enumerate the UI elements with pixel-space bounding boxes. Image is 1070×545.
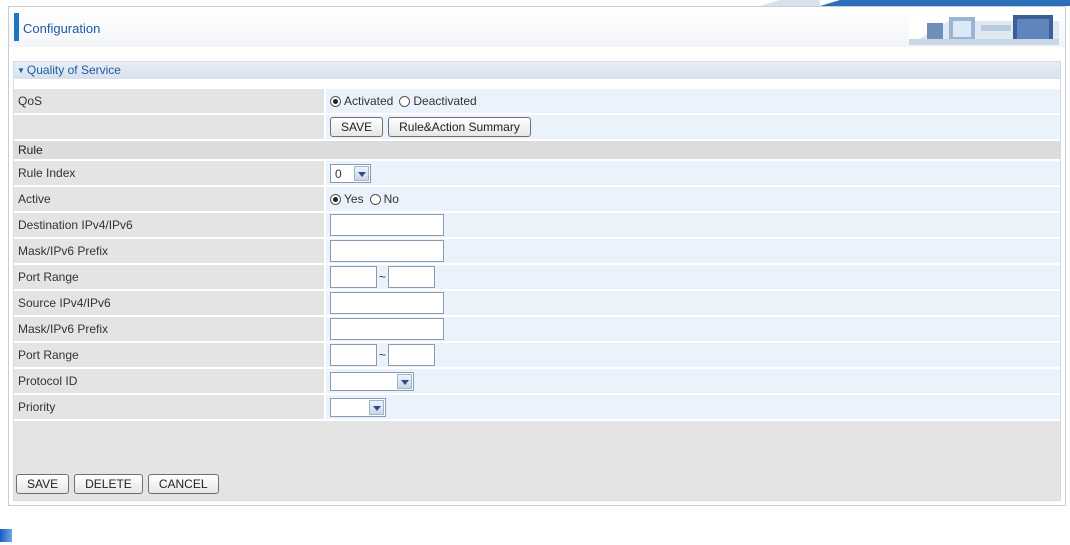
active-label: Active bbox=[14, 187, 324, 211]
priority-row: Priority bbox=[14, 393, 1060, 419]
qos-actions-row: SAVE Rule&Action Summary bbox=[14, 113, 1060, 139]
active-yes-label: Yes bbox=[344, 192, 364, 206]
page-header: Configuration bbox=[9, 7, 1065, 47]
source-mask-label: Mask/IPv6 Prefix bbox=[14, 317, 324, 341]
rule-index-selected: 0 bbox=[335, 166, 342, 181]
header-accent-bar bbox=[14, 13, 19, 41]
qos-section: ▼ Quality of Service QoS Activated Deacti… bbox=[13, 61, 1061, 501]
qos-deactivated-label: Deactivated bbox=[413, 94, 477, 108]
configuration-panel: Configuration ▼ Quality of Service QoS Ac… bbox=[8, 6, 1066, 506]
destination-mask-row: Mask/IPv6 Prefix bbox=[14, 237, 1060, 263]
source-ip-input[interactable] bbox=[330, 292, 444, 314]
protocol-select[interactable] bbox=[330, 371, 414, 391]
priority-value bbox=[326, 395, 1060, 419]
qos-actions: SAVE Rule&Action Summary bbox=[326, 115, 1060, 139]
destination-ip-row: Destination IPv4/IPv6 bbox=[14, 211, 1060, 237]
active-no-radio[interactable]: No bbox=[369, 192, 399, 206]
rule-heading: Rule bbox=[18, 143, 43, 157]
protocol-value bbox=[326, 369, 1060, 393]
source-mask-row: Mask/IPv6 Prefix bbox=[14, 315, 1060, 341]
qos-row: QoS Activated Deactivated bbox=[14, 87, 1060, 113]
chevron-down-icon bbox=[397, 373, 412, 389]
bullet-square-icon bbox=[0, 529, 12, 542]
active-yes-radio[interactable]: Yes bbox=[330, 192, 364, 206]
qos-label: QoS bbox=[14, 89, 324, 113]
source-port-from-input[interactable] bbox=[330, 344, 377, 366]
source-ip-value bbox=[326, 291, 1060, 315]
rule-index-value: 0 bbox=[326, 161, 1060, 185]
qos-activated-label: Activated bbox=[344, 94, 394, 108]
triangle-down-icon: ▼ bbox=[17, 66, 25, 75]
footer-actions: SAVE DELETE CANCEL bbox=[14, 421, 1060, 500]
destination-port-from-input[interactable] bbox=[330, 266, 377, 288]
radio-unselected-icon bbox=[369, 193, 381, 205]
delete-button[interactable]: DELETE bbox=[74, 474, 143, 494]
destination-ip-input[interactable] bbox=[330, 214, 444, 236]
destination-port-value: ~ bbox=[326, 265, 1060, 289]
source-ip-label: Source IPv4/IPv6 bbox=[14, 291, 324, 315]
radio-unselected-icon bbox=[399, 95, 411, 107]
destination-port-label: Port Range bbox=[14, 265, 324, 289]
rule-subheader: Rule bbox=[14, 139, 1060, 159]
cancel-button[interactable]: CANCEL bbox=[147, 474, 219, 494]
active-row: Active Yes No bbox=[14, 185, 1060, 211]
qos-value: Activated Deactivated bbox=[326, 89, 1060, 113]
rule-index-row: Rule Index 0 bbox=[14, 159, 1060, 185]
priority-select[interactable] bbox=[330, 397, 386, 417]
port-range-separator: ~ bbox=[379, 270, 387, 284]
section-title: Quality of Service bbox=[26, 63, 121, 77]
destination-ip-label: Destination IPv4/IPv6 bbox=[14, 213, 324, 237]
destination-mask-value bbox=[326, 239, 1060, 263]
office-banner-graphic bbox=[909, 11, 1059, 45]
active-no-label: No bbox=[383, 192, 399, 206]
destination-port-row: Port Range ~ bbox=[14, 263, 1060, 289]
source-mask-value bbox=[326, 317, 1060, 341]
radio-selected-icon bbox=[330, 95, 341, 107]
rule-action-summary-button[interactable]: Rule&Action Summary bbox=[388, 117, 531, 137]
save-button[interactable]: SAVE bbox=[16, 474, 70, 494]
destination-mask-input[interactable] bbox=[330, 240, 444, 262]
rule-index-select[interactable]: 0 bbox=[330, 163, 371, 183]
source-ip-row: Source IPv4/IPv6 bbox=[14, 289, 1060, 315]
qos-deactivated-radio[interactable]: Deactivated bbox=[399, 94, 477, 108]
active-value: Yes No bbox=[326, 187, 1060, 211]
source-port-label: Port Range bbox=[14, 343, 324, 367]
protocol-row: Protocol ID bbox=[14, 367, 1060, 393]
radio-selected-icon bbox=[330, 193, 341, 205]
rule-index-label: Rule Index bbox=[14, 161, 324, 185]
destination-mask-label: Mask/IPv6 Prefix bbox=[14, 239, 324, 263]
footer-buttons: SAVE DELETE CANCEL bbox=[16, 474, 224, 494]
port-range-separator: ~ bbox=[379, 348, 387, 362]
page-title: Configuration bbox=[23, 21, 101, 36]
section-header[interactable]: ▼ Quality of Service bbox=[14, 62, 1060, 79]
priority-label: Priority bbox=[14, 395, 324, 419]
source-mask-input[interactable] bbox=[330, 318, 444, 340]
protocol-label: Protocol ID bbox=[14, 369, 324, 393]
qos-actions-label bbox=[14, 115, 324, 139]
source-port-row: Port Range ~ bbox=[14, 341, 1060, 367]
source-port-value: ~ bbox=[326, 343, 1060, 367]
destination-ip-value bbox=[326, 213, 1060, 237]
qos-activated-radio[interactable]: Activated bbox=[330, 94, 393, 108]
chevron-down-icon bbox=[369, 399, 384, 415]
source-port-to-input[interactable] bbox=[388, 344, 436, 366]
chevron-down-icon bbox=[354, 165, 369, 181]
destination-port-to-input[interactable] bbox=[388, 266, 436, 288]
qos-save-button[interactable]: SAVE bbox=[330, 117, 384, 137]
